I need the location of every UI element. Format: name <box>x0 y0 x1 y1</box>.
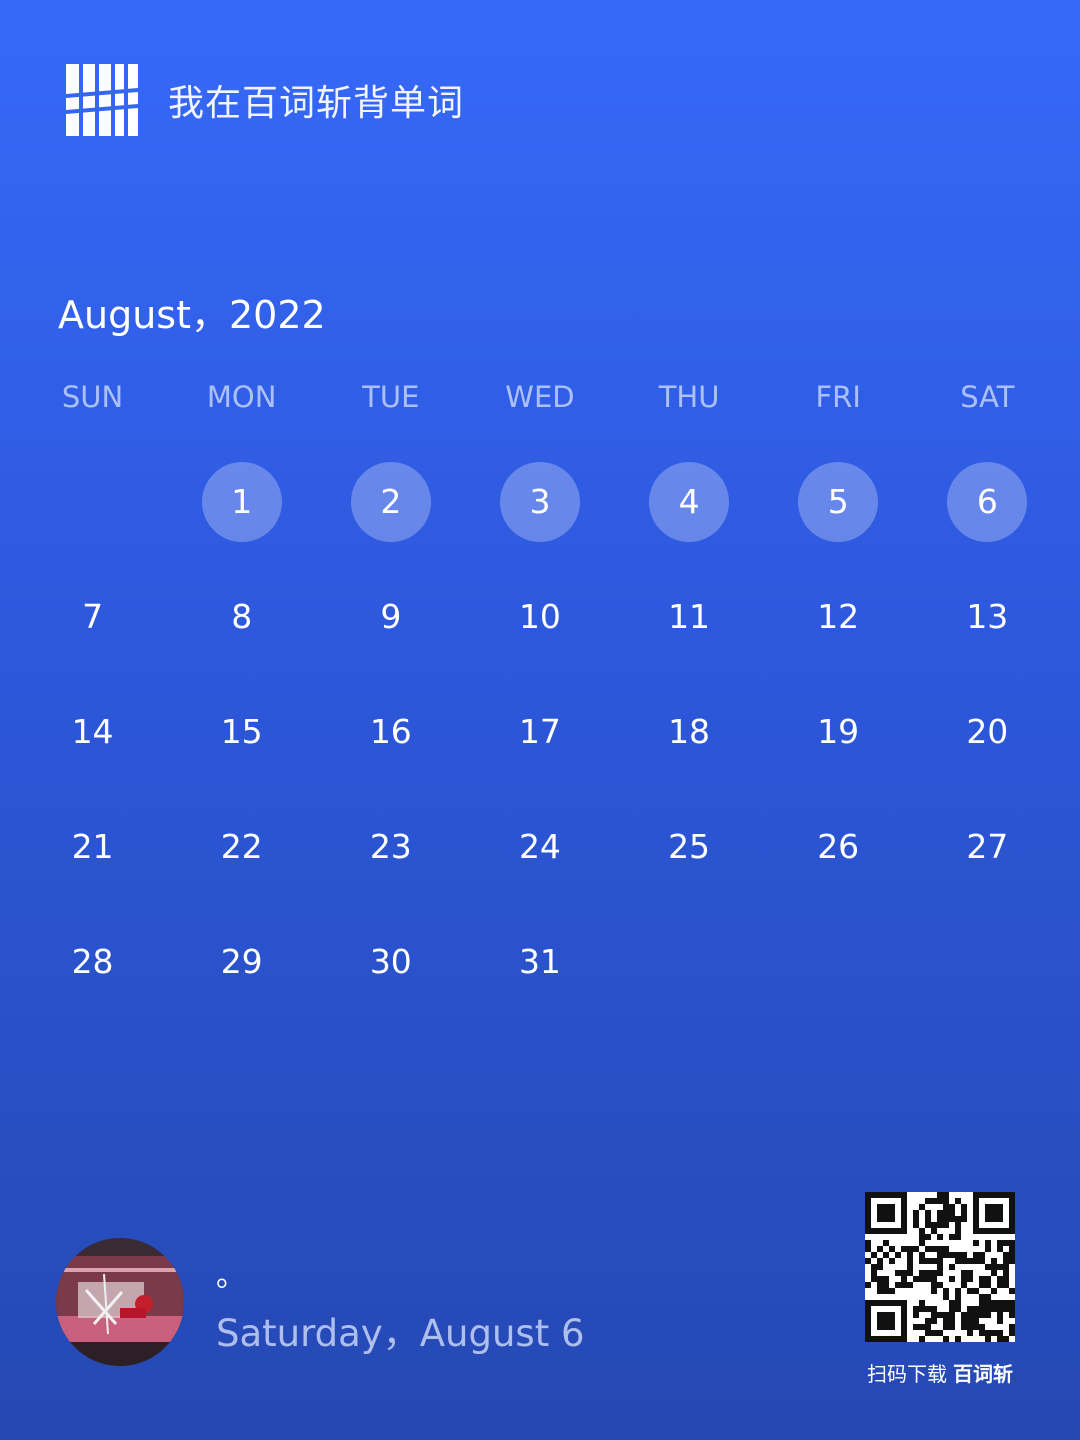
calendar-day: 2 <box>316 444 465 559</box>
qr-brand-text: 百词斩 <box>953 1362 1013 1386</box>
weekday-label: MON <box>206 380 277 414</box>
qr-code-icon <box>865 1192 1015 1342</box>
calendar-day-number: 12 <box>817 597 860 636</box>
calendar-day: 5 <box>764 444 913 559</box>
calendar-day: 21 <box>18 789 167 904</box>
avatar-image <box>56 1238 184 1366</box>
calendar-day: 31 <box>465 904 614 1019</box>
calendar-day: 28 <box>18 904 167 1019</box>
calendar-day-number: 15 <box>220 712 263 751</box>
calendar-day: 16 <box>316 674 465 789</box>
calendar-day-number: 29 <box>220 942 263 981</box>
qr-caption: 扫码下载 百词斩 <box>852 1358 1028 1387</box>
calendar-day: 25 <box>615 789 764 904</box>
calendar-day-number: 9 <box>380 597 402 636</box>
baicizhan-logo-icon <box>66 64 138 136</box>
calendar-day-number: 23 <box>369 827 412 866</box>
calendar-day-number: 28 <box>71 942 114 981</box>
calendar-day: 3 <box>465 444 614 559</box>
calendar-day-number: 31 <box>518 942 561 981</box>
footer-info: 。 Saturday，August 6 <box>56 1238 585 1366</box>
current-date: Saturday，August 6 <box>216 1312 585 1355</box>
download-qr-block: 扫码下载 百词斩 <box>852 1192 1028 1387</box>
calendar-day-number: 11 <box>668 597 711 636</box>
calendar-day: 14 <box>18 674 167 789</box>
calendar-day-number: 26 <box>817 827 860 866</box>
calendar-day-number: 4 <box>649 461 730 542</box>
calendar-day: 12 <box>764 559 913 674</box>
month-title: August，2022 <box>58 293 326 337</box>
calendar-day: 6 <box>913 444 1062 559</box>
calendar-day: 20 <box>913 674 1062 789</box>
calendar-day: 29 <box>167 904 316 1019</box>
calendar-day-number: 8 <box>231 597 253 636</box>
calendar-day-number: 10 <box>518 597 561 636</box>
weekday-label: WED <box>505 380 575 414</box>
calendar-day-number: 6 <box>947 461 1028 542</box>
calendar-day-number: 14 <box>71 712 114 751</box>
calendar-day-number: 22 <box>220 827 263 866</box>
calendar-day: 7 <box>18 559 167 674</box>
calendar-day-number: 27 <box>966 827 1009 866</box>
calendar-day-number: 7 <box>82 597 104 636</box>
calendar-day: 26 <box>764 789 913 904</box>
calendar-day: 9 <box>316 559 465 674</box>
calendar-day: 8 <box>167 559 316 674</box>
calendar-day: 15 <box>167 674 316 789</box>
calendar-day: 1 <box>167 444 316 559</box>
calendar-day-number: 3 <box>499 461 580 542</box>
calendar-day: 27 <box>913 789 1062 904</box>
calendar-day-number: 30 <box>369 942 412 981</box>
calendar-day-number: 1 <box>201 461 282 542</box>
app-title: 我在百词斩背单词 <box>168 83 465 124</box>
calendar-day: 30 <box>316 904 465 1019</box>
caption: 。 Saturday，August 6 <box>216 1247 585 1357</box>
calendar-day-number: 20 <box>966 712 1009 751</box>
calendar-day-number: 16 <box>369 712 412 751</box>
calendar-empty-cell <box>18 444 167 559</box>
weekday-label: TUE <box>362 380 420 414</box>
calendar-day: 11 <box>615 559 764 674</box>
calendar-grid: 1 2 3 4 5 6 7 8 9 10 11 12 13 14 15 16 17 18 19 20 21 22 23 24 2… <box>18 444 1062 1019</box>
qr-caption-text: 扫码下载 <box>867 1362 947 1386</box>
calendar-day: 24 <box>465 789 614 904</box>
weekday-label: THU <box>658 380 720 414</box>
calendar-day-number: 19 <box>817 712 860 751</box>
calendar-day-number: 25 <box>668 827 711 866</box>
calendar-day: 13 <box>913 559 1062 674</box>
calendar-day-number: 2 <box>350 461 431 542</box>
calendar-day-number: 24 <box>518 827 561 866</box>
weekday-label: FRI <box>815 380 861 414</box>
calendar-day-number: 18 <box>668 712 711 751</box>
calendar-day: 18 <box>615 674 764 789</box>
calendar-day-number: 5 <box>798 461 879 542</box>
calendar-day: 17 <box>465 674 614 789</box>
calendar-day-number: 13 <box>966 597 1009 636</box>
app-header: 我在百词斩背单词 <box>66 64 464 136</box>
calendar-day-number: 17 <box>518 712 561 751</box>
calendar-day: 22 <box>167 789 316 904</box>
caption-mark: 。 <box>216 1259 246 1294</box>
calendar-day: 4 <box>615 444 764 559</box>
weekday-label: SUN <box>61 380 124 414</box>
weekday-label: SAT <box>960 380 1015 414</box>
calendar-day: 23 <box>316 789 465 904</box>
calendar-day: 19 <box>764 674 913 789</box>
calendar-day-number: 21 <box>71 827 114 866</box>
weekday-header: SUN MON TUE WED THU FRI SAT <box>18 380 1062 414</box>
calendar-day: 10 <box>465 559 614 674</box>
